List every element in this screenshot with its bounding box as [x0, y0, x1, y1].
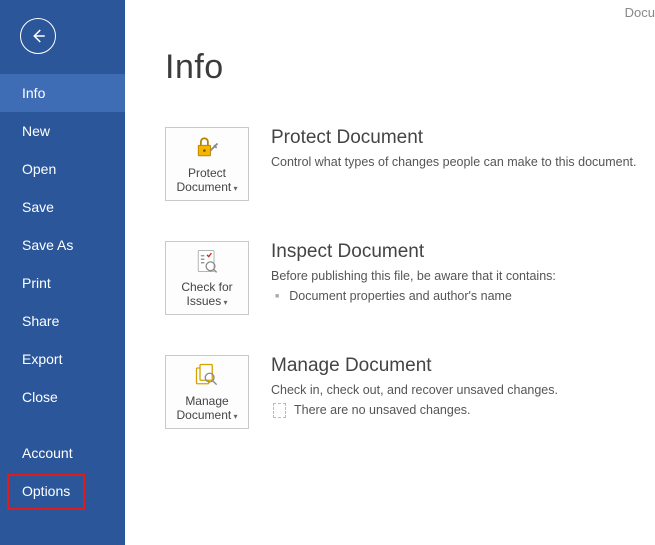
manage-empty-item: There are no unsaved changes.	[271, 403, 655, 418]
nav-item-account[interactable]: Account	[0, 434, 125, 472]
inspect-list: Document properties and author's name	[271, 289, 655, 303]
nav-label: Save As	[22, 237, 73, 253]
back-button[interactable]	[20, 18, 56, 54]
tile-label: Manage Document	[166, 394, 248, 424]
nav-label: Account	[22, 445, 73, 461]
nav-label: Print	[22, 275, 51, 291]
nav-item-share[interactable]: Share	[0, 302, 125, 340]
page-heading: Info	[165, 48, 655, 87]
nav-label: Export	[22, 351, 62, 367]
tile-label: Check for Issues	[166, 280, 248, 310]
section-protect: Protect Document Protect Document Contro…	[165, 127, 655, 201]
nav-label: Close	[22, 389, 58, 405]
nav-item-info[interactable]: Info	[0, 74, 125, 112]
content-area: Info Protect Document Protect Document C…	[125, 0, 655, 545]
back-arrow-icon	[29, 27, 47, 45]
protect-desc: Control what types of changes people can…	[271, 155, 655, 169]
nav-item-save-as[interactable]: Save As	[0, 226, 125, 264]
nav-list: Info New Open Save Save As Print Share E…	[0, 74, 125, 510]
check-for-issues-button[interactable]: Check for Issues	[165, 241, 249, 315]
nav-label: Share	[22, 313, 59, 329]
inspect-list-item: Document properties and author's name	[271, 289, 655, 303]
nav-item-close[interactable]: Close	[0, 378, 125, 416]
nav-item-new[interactable]: New	[0, 112, 125, 150]
documents-icon	[193, 360, 221, 390]
checklist-icon	[193, 246, 221, 276]
tile-label: Protect Document	[166, 166, 248, 196]
nav-label: New	[22, 123, 50, 139]
inspect-desc: Before publishing this file, be aware th…	[271, 269, 655, 283]
nav-item-open[interactable]: Open	[0, 150, 125, 188]
inspect-title: Inspect Document	[271, 241, 655, 263]
section-manage: Manage Document Manage Document Check in…	[165, 355, 655, 429]
manage-desc: Check in, check out, and recover unsaved…	[271, 383, 655, 397]
nav-label: Info	[22, 85, 45, 101]
nav-item-print[interactable]: Print	[0, 264, 125, 302]
lock-icon	[193, 132, 221, 162]
nav-label: Options	[22, 483, 70, 499]
manage-title: Manage Document	[271, 355, 655, 377]
manage-list: There are no unsaved changes.	[271, 403, 655, 418]
manage-document-button[interactable]: Manage Document	[165, 355, 249, 429]
protect-title: Protect Document	[271, 127, 655, 149]
nav-label: Open	[22, 161, 56, 177]
protect-document-button[interactable]: Protect Document	[165, 127, 249, 201]
section-inspect: Check for Issues Inspect Document Before…	[165, 241, 655, 315]
backstage-sidebar: Info New Open Save Save As Print Share E…	[0, 0, 125, 545]
nav-item-export[interactable]: Export	[0, 340, 125, 378]
nav-label: Save	[22, 199, 54, 215]
nav-item-save[interactable]: Save	[0, 188, 125, 226]
nav-item-options[interactable]: Options	[0, 472, 125, 510]
